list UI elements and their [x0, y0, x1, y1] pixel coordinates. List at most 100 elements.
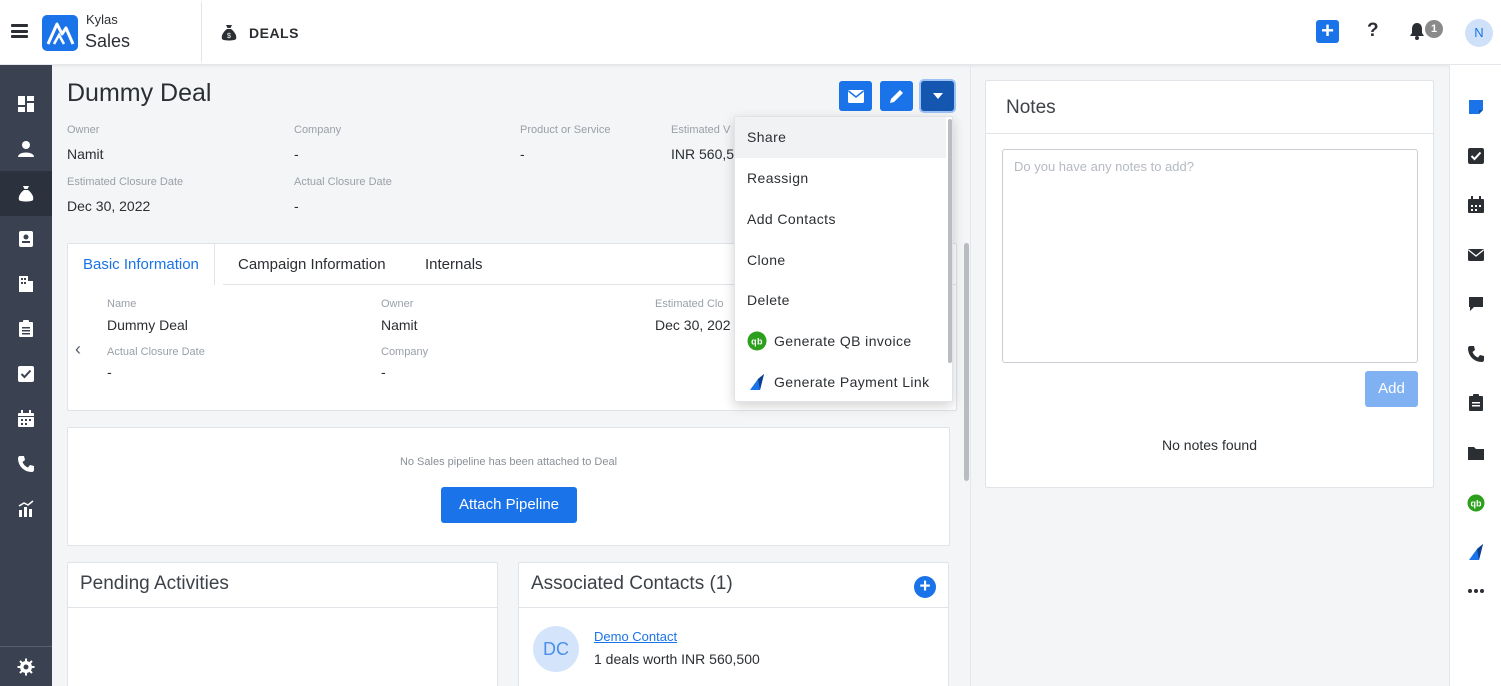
tab-campaign-information[interactable]: Campaign Information: [223, 244, 401, 285]
phone-icon[interactable]: [1450, 334, 1501, 374]
field-value: INR 560,5: [671, 146, 735, 162]
bell-icon[interactable]: [1409, 22, 1425, 40]
menu-item-label: Add Contacts: [747, 211, 836, 227]
tab-basic-information[interactable]: Basic Information: [68, 244, 215, 285]
help-icon[interactable]: ?: [1367, 20, 1379, 42]
menu-item-generate-qb-invoice[interactable]: qb Generate QB invoice: [735, 321, 946, 362]
product-name: Sales: [85, 31, 131, 51]
contact-link[interactable]: Demo Contact: [594, 629, 677, 644]
right-sidebar: qb: [1449, 65, 1501, 686]
field-value: -: [381, 364, 386, 380]
leads-icon[interactable]: [0, 216, 52, 261]
quickbooks-icon[interactable]: qb: [1450, 483, 1501, 523]
contact-deals-summary: 1 deals worth INR 560,500: [594, 651, 760, 667]
more-icon[interactable]: [1450, 571, 1501, 611]
kylas-logo[interactable]: [42, 15, 78, 51]
notes-input[interactable]: [1002, 149, 1418, 363]
notes-title: Notes: [1006, 97, 1056, 118]
menu-item-label: Reassign: [747, 170, 809, 186]
menu-item-add-contacts[interactable]: Add Contacts: [735, 199, 946, 240]
phone-icon[interactable]: [0, 441, 52, 486]
envelope-icon: [847, 89, 864, 103]
field-label: Estimated V: [671, 124, 731, 136]
card-title: Associated Contacts (1): [531, 573, 733, 594]
divider: [201, 2, 202, 62]
field-label: Actual Closure Date: [294, 176, 392, 188]
notes-panel: Notes Add No notes found: [985, 80, 1434, 488]
add-contact-icon[interactable]: +: [914, 576, 936, 598]
field-label: Owner: [67, 124, 100, 136]
more-actions-button[interactable]: [921, 81, 954, 111]
payment-link-icon[interactable]: [1450, 532, 1501, 572]
quick-add-button[interactable]: +: [1316, 20, 1339, 43]
menu-item-clone[interactable]: Clone: [735, 240, 946, 281]
more-actions-menu: Share Reassign Add Contacts Clone Delete…: [734, 116, 953, 402]
field-label: Estimated Closure Date: [67, 176, 184, 188]
contact-avatar: DC: [533, 626, 579, 672]
chevron-left-icon[interactable]: ‹: [75, 339, 81, 360]
sticky-note-icon[interactable]: [1450, 87, 1501, 127]
tab-internals[interactable]: Internals: [410, 244, 498, 285]
hamburger-menu-icon[interactable]: [11, 24, 28, 38]
field-value: -: [294, 198, 299, 214]
add-note-button[interactable]: Add: [1365, 371, 1418, 407]
left-sidebar: [0, 65, 52, 686]
pencil-icon: [889, 90, 903, 103]
menu-item-reassign[interactable]: Reassign: [735, 158, 946, 199]
menu-item-share[interactable]: Share: [735, 117, 946, 158]
module-title: DEALS: [249, 25, 299, 41]
svg-text:qb: qb: [1471, 499, 1482, 509]
reports-icon[interactable]: [0, 486, 52, 531]
menu-item-label: Clone: [747, 252, 786, 268]
menu-item-label: Share: [747, 129, 787, 145]
tasks-icon[interactable]: [1450, 136, 1501, 176]
field-value: Namit: [381, 317, 418, 333]
caret-down-icon: [932, 93, 943, 99]
menu-item-label: Generate Payment Link: [774, 374, 930, 390]
menu-item-delete[interactable]: Delete: [735, 280, 946, 321]
folder-icon[interactable]: [1450, 433, 1501, 473]
settings-icon[interactable]: [0, 648, 52, 686]
envelope-icon[interactable]: [1450, 235, 1501, 275]
contacts-icon[interactable]: [0, 126, 52, 171]
tasks-icon[interactable]: [0, 351, 52, 396]
pending-activities-card: Pending Activities: [67, 562, 498, 686]
main-scrollbar[interactable]: [964, 243, 969, 481]
pipeline-card: No Sales pipeline has been attached to D…: [67, 427, 950, 546]
svg-text:$: $: [227, 33, 231, 40]
menu-item-generate-payment-link[interactable]: Generate Payment Link: [735, 362, 946, 401]
user-avatar[interactable]: N: [1465, 19, 1493, 47]
calendar-icon[interactable]: [1450, 185, 1501, 225]
field-value: Namit: [67, 146, 104, 162]
field-value: -: [294, 146, 299, 162]
brand-name: Kylas: [86, 12, 118, 27]
field-value: -: [520, 146, 525, 162]
notes-empty-message: No notes found: [1162, 437, 1257, 453]
menu-item-label: Delete: [747, 292, 790, 308]
field-value: Dummy Deal: [107, 317, 188, 333]
field-label: Name: [107, 298, 137, 310]
payment-link-icon: [750, 374, 764, 391]
attach-pipeline-button[interactable]: Attach Pipeline: [441, 487, 577, 523]
quickbooks-icon: qb: [747, 331, 767, 351]
column-divider: [970, 65, 971, 686]
pipeline-empty-message: No Sales pipeline has been attached to D…: [399, 456, 618, 468]
field-label: Owner: [381, 298, 414, 310]
quotations-icon[interactable]: [1450, 383, 1501, 423]
field-label: Company: [381, 346, 429, 358]
deals-icon[interactable]: [0, 171, 52, 216]
email-button[interactable]: [839, 81, 872, 111]
companies-icon[interactable]: [0, 261, 52, 306]
divider: [68, 607, 497, 608]
edit-button[interactable]: [880, 81, 913, 111]
menu-scrollbar[interactable]: [948, 119, 952, 363]
chat-icon[interactable]: [1450, 284, 1501, 324]
quotations-icon[interactable]: [0, 306, 52, 351]
field-label: Company: [294, 124, 342, 136]
calendar-icon[interactable]: [0, 396, 52, 441]
menu-item-label: Generate QB invoice: [774, 333, 912, 349]
field-value: Dec 30, 202: [655, 317, 731, 333]
divider: [519, 607, 948, 608]
field-label: Estimated Clo: [655, 298, 724, 310]
dashboard-icon[interactable]: [0, 81, 52, 126]
